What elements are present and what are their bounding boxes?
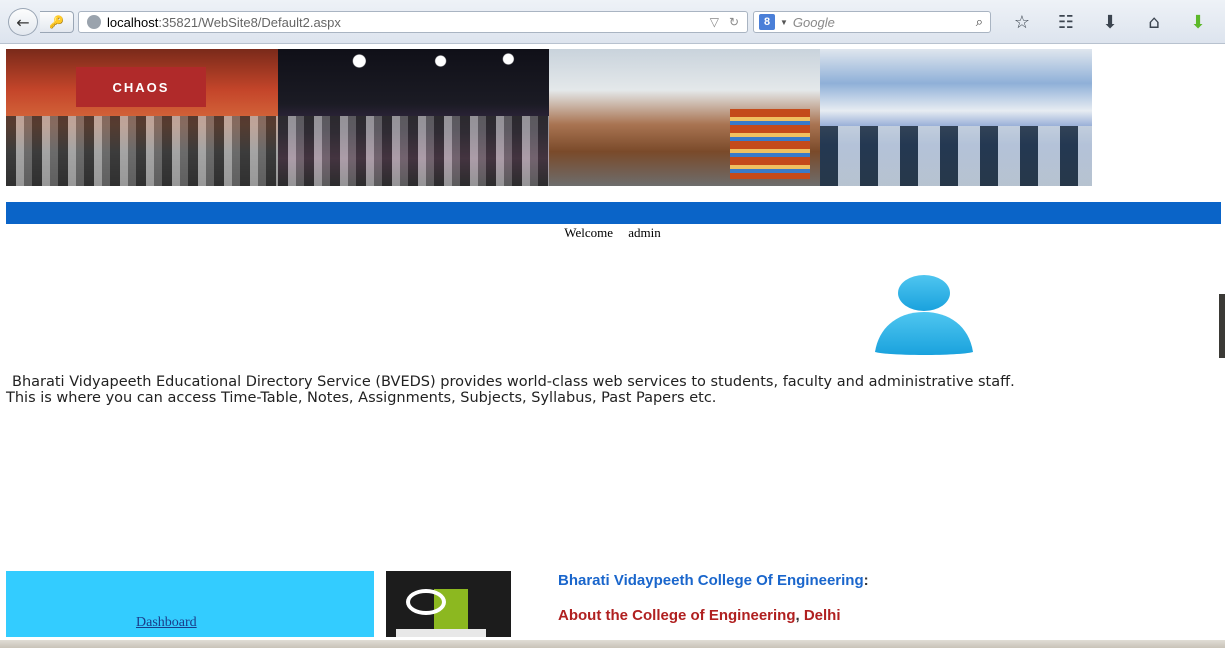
college-title-colon: : (863, 572, 869, 589)
download-helper-icon[interactable]: ⬇ (1176, 8, 1220, 36)
url-host: localhost (107, 14, 159, 30)
back-button[interactable]: ← (8, 8, 38, 36)
back-arrow-icon: ← (16, 12, 30, 32)
banner-image-stage (278, 49, 549, 186)
bookmark-star-icon[interactable]: ☆ (1000, 8, 1044, 36)
banner-image-computer-lab (820, 49, 1092, 186)
nav-bar (6, 202, 1221, 224)
reload-icon[interactable]: ↻ (729, 15, 739, 29)
bookmarks-list-icon[interactable]: ☷ (1044, 8, 1088, 36)
scrollbar-thumb[interactable] (1219, 294, 1225, 358)
dashboard-link[interactable]: Dashboard (136, 615, 197, 631)
intro-text: Bharati Vidyapeeth Educational Directory… (6, 374, 1221, 406)
home-icon[interactable]: ⌂ (1132, 8, 1176, 36)
globe-icon (87, 15, 101, 29)
library-shelves (730, 109, 810, 179)
lab-desks (820, 126, 1092, 186)
about-link-main: About the College of Engineering (558, 607, 796, 624)
banner-sign: CHAOS (76, 67, 206, 107)
banner: CHAOS (6, 49, 1092, 186)
search-bar[interactable]: 8 ▼ Google ⌕ (753, 11, 991, 33)
url-bar[interactable]: localhost :35821/WebSite8/Default2.aspx … (78, 11, 748, 33)
downloads-icon[interactable]: ⬇ (1088, 8, 1132, 36)
college-title-text: Bharati Vidaypeeth College Of Engineerin… (558, 572, 864, 589)
welcome-label: Welcome (564, 225, 613, 240)
user-avatar-icon (875, 275, 973, 355)
logo-eye-icon (406, 589, 446, 615)
search-icon[interactable]: ⌕ (976, 14, 983, 30)
key-icon: 🔑 (49, 15, 64, 29)
intro-line-1: Bharati Vidyapeeth Educational Directory… (12, 374, 1015, 390)
username: admin (628, 225, 661, 240)
about-college-link[interactable]: About the College of Engineering, Delhi (558, 607, 841, 624)
welcome-message: Welcome admin (0, 225, 1225, 241)
search-engine-icon[interactable]: 8 (759, 14, 775, 30)
search-engine-caret-icon[interactable]: ▼ (780, 18, 788, 27)
dropdown-arrow-icon[interactable]: ▽ (710, 15, 719, 29)
stage-lights (278, 49, 549, 89)
about-link-city: Delhi (799, 607, 841, 624)
intro-line-2: This is where you can access Time-Table,… (6, 390, 717, 406)
banner-image-students: CHAOS (6, 49, 278, 186)
site-identity-button[interactable]: 🔑 (40, 11, 74, 33)
nvidia-logo (386, 571, 511, 637)
banner-image-library (549, 49, 820, 186)
search-placeholder: Google (792, 14, 835, 30)
banner-people (6, 116, 278, 186)
logo-wordmark (396, 629, 486, 637)
url-path: :35821/WebSite8/Default2.aspx (158, 14, 341, 30)
browser-toolbar: ← 🔑 localhost :35821/WebSite8/Default2.a… (0, 0, 1225, 44)
banner-performers (278, 116, 549, 186)
college-title: Bharati Vidaypeeth College Of Engineerin… (558, 572, 869, 589)
dashboard-panel: Dashboard (6, 571, 374, 637)
window-bottom-edge (0, 640, 1225, 648)
